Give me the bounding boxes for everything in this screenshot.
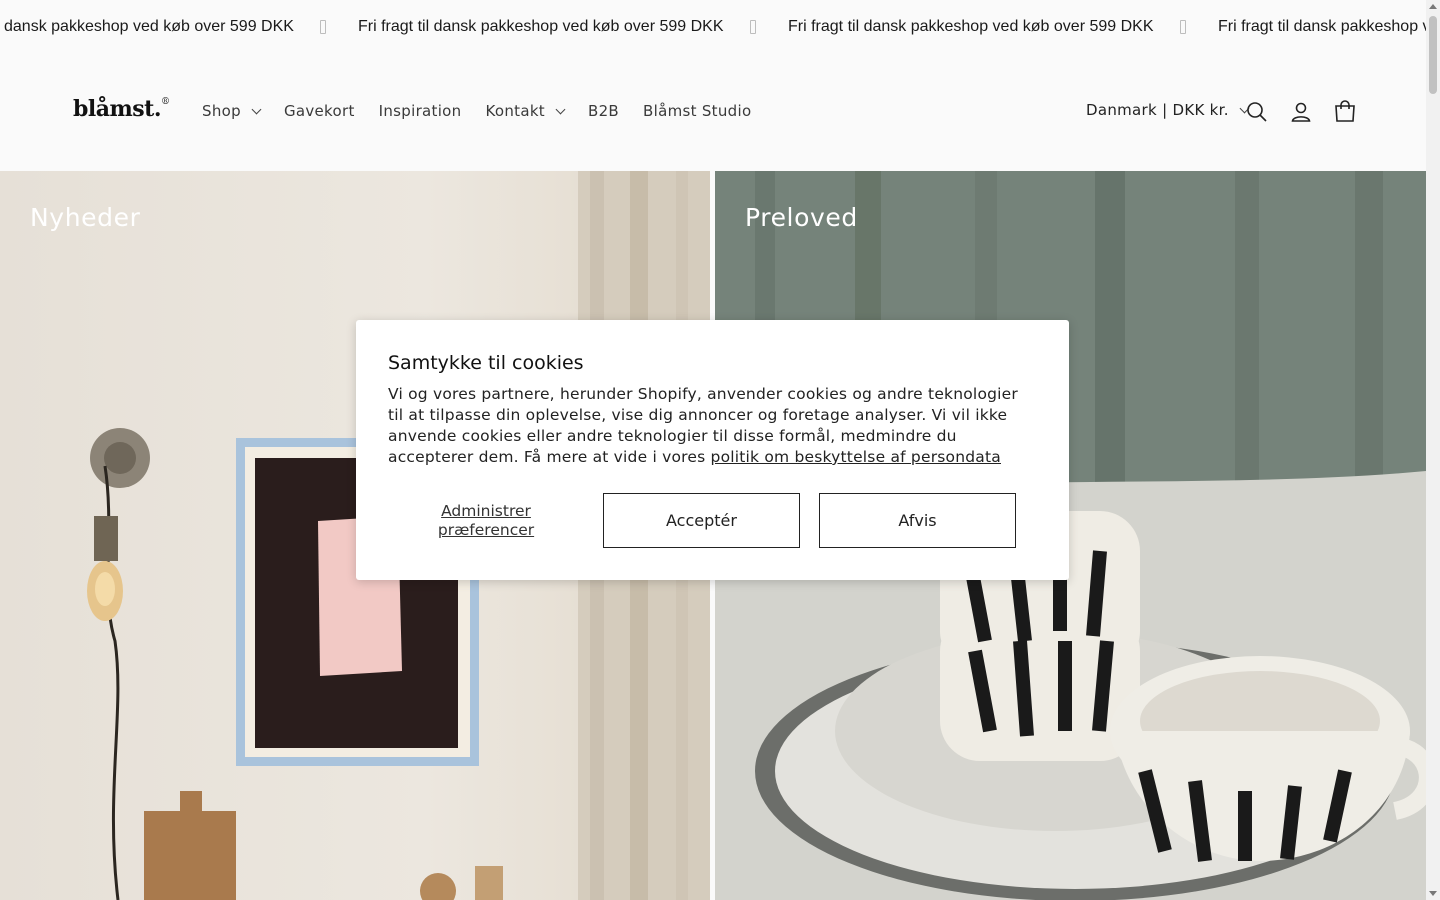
separator-icon bbox=[320, 20, 326, 34]
nav-item-inspiration[interactable]: Inspiration bbox=[379, 102, 462, 120]
separator-icon bbox=[1180, 20, 1186, 34]
nav-label: Blåmst Studio bbox=[643, 102, 752, 120]
nav-item-kontakt[interactable]: Kontakt bbox=[485, 102, 566, 120]
nav-label: Inspiration bbox=[378, 102, 462, 120]
account-icon[interactable] bbox=[1289, 100, 1313, 124]
nav-item-gavekort[interactable]: Gavekort bbox=[284, 102, 355, 120]
site-header: blåmst.® Shop Gavekort Inspiration Konta… bbox=[0, 56, 1426, 171]
privacy-policy-link[interactable]: politik om beskyttelse af persondata bbox=[711, 448, 1001, 466]
country-selector[interactable]: Danmark | DKK kr. bbox=[1086, 101, 1250, 119]
accept-button[interactable]: Acceptér bbox=[603, 493, 800, 548]
nav-item-b2b[interactable]: B2B bbox=[588, 102, 619, 120]
announcement-text: Fri fragt til dansk pakkeshop ved køb ov… bbox=[358, 18, 724, 35]
cart-icon[interactable] bbox=[1333, 100, 1357, 124]
collection-title: Nyheder bbox=[30, 203, 141, 232]
nav-label: Shop bbox=[202, 102, 241, 120]
announcement-bar: dansk pakkeshop ved køb over 599 DKK Fri… bbox=[0, 0, 1426, 56]
separator-icon bbox=[750, 20, 756, 34]
announcement-text: Fri fragt til dansk pakkeshop v bbox=[1218, 18, 1426, 35]
nav-label: Gavekort bbox=[283, 102, 355, 120]
page-scrollbar[interactable] bbox=[1426, 0, 1440, 900]
country-label: Danmark | DKK kr. bbox=[1086, 101, 1229, 119]
logo-text: blåmst. bbox=[73, 96, 161, 122]
manage-preferences-link[interactable]: Administrer præferencer bbox=[404, 502, 568, 540]
collection-title: Preloved bbox=[745, 203, 858, 232]
chevron-down-icon bbox=[555, 104, 566, 114]
cookie-dialog-body: Vi og vores partnere, herunder Shopify, … bbox=[388, 384, 1038, 468]
cookie-dialog-title: Samtykke til cookies bbox=[388, 352, 584, 374]
nav-label: Kontakt bbox=[485, 102, 545, 120]
logo[interactable]: blåmst.® bbox=[73, 96, 170, 122]
search-icon[interactable] bbox=[1245, 100, 1269, 124]
reject-button[interactable]: Afvis bbox=[819, 493, 1016, 548]
announcement-text: dansk pakkeshop ved køb over 599 DKK bbox=[4, 18, 294, 35]
scroll-down-arrow-icon[interactable] bbox=[1429, 891, 1437, 896]
nav-item-studio[interactable]: Blåmst Studio bbox=[643, 102, 751, 120]
logo-mark: ® bbox=[160, 97, 170, 107]
scroll-up-arrow-icon[interactable] bbox=[1429, 4, 1437, 9]
page: dansk pakkeshop ved køb over 599 DKK Fri… bbox=[0, 0, 1440, 900]
nav-label: B2B bbox=[587, 102, 620, 120]
nav-item-shop[interactable]: Shop bbox=[202, 102, 262, 120]
announcement-text: Fri fragt til dansk pakkeshop ved køb ov… bbox=[788, 18, 1154, 35]
cookie-consent-dialog: Samtykke til cookies Vi og vores partner… bbox=[356, 320, 1069, 580]
chevron-down-icon bbox=[251, 104, 262, 114]
scroll-thumb[interactable] bbox=[1429, 16, 1437, 94]
main-nav: Shop Gavekort Inspiration Kontakt B2B Bl… bbox=[202, 102, 775, 120]
